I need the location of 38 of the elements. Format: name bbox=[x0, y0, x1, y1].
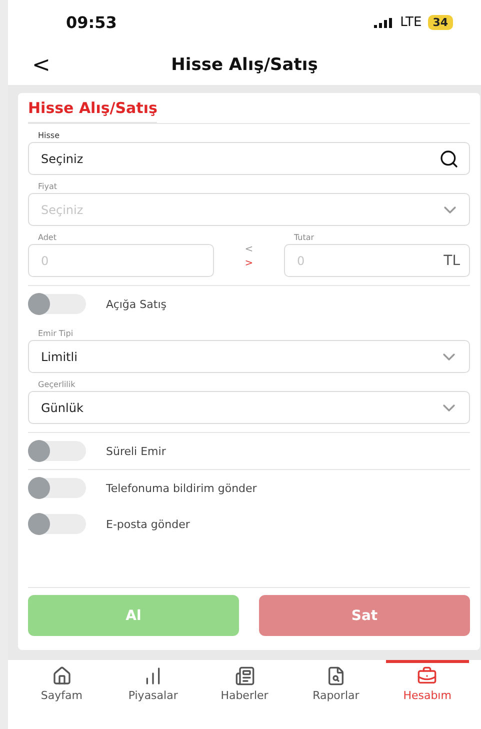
toggle-switch[interactable] bbox=[28, 441, 86, 461]
home-icon bbox=[52, 666, 72, 686]
field-label: Hisse bbox=[38, 131, 60, 140]
document-search-icon bbox=[326, 666, 346, 686]
toggle-label: Telefonuma bildirim gönder bbox=[106, 482, 257, 494]
toggle-label: E-posta gönder bbox=[106, 518, 190, 530]
quantity-field[interactable]: 0 bbox=[28, 244, 214, 277]
nav-tab[interactable]: Haberler bbox=[202, 660, 286, 713]
network-type: LTE bbox=[400, 15, 422, 30]
toggle-switch[interactable] bbox=[28, 294, 86, 314]
nav-tab[interactable]: Piyasalar bbox=[111, 660, 195, 713]
order-type-dropdown[interactable]: Limitli bbox=[28, 340, 470, 373]
field-label: Tutar bbox=[294, 233, 316, 242]
search-icon bbox=[439, 148, 459, 168]
status-time: 09:53 bbox=[66, 13, 117, 32]
nav-tab[interactable]: Sayfam bbox=[20, 660, 104, 713]
field-label: Fiyat bbox=[38, 182, 58, 191]
card-title: Hisse Alış/Satış bbox=[28, 93, 158, 123]
field-label: Geçerlilik bbox=[38, 380, 76, 389]
stock-search-field[interactable]: Seçiniz bbox=[28, 142, 470, 175]
currency-unit: TL bbox=[444, 252, 460, 268]
toggle-switch[interactable] bbox=[28, 514, 86, 534]
back-button[interactable]: < bbox=[28, 53, 54, 78]
signal-icon bbox=[374, 18, 394, 28]
validity-dropdown[interactable]: Günlük bbox=[28, 391, 470, 424]
nav-tab[interactable]: Hesabım bbox=[386, 660, 470, 713]
field-label: Adet bbox=[38, 233, 58, 242]
toggle-switch[interactable] bbox=[28, 478, 86, 498]
nav-tab[interactable]: Raporlar bbox=[294, 660, 378, 713]
page-title: Hisse Alış/Satış bbox=[171, 55, 318, 75]
newspaper-icon bbox=[234, 666, 255, 686]
toggle-label: Süreli Emir bbox=[106, 444, 166, 458]
price-dropdown[interactable]: Seçiniz bbox=[28, 193, 470, 226]
toggle-label: Açığa Satış bbox=[106, 298, 166, 310]
swap-arrow[interactable]: > bbox=[244, 257, 254, 271]
battery-level: 34 bbox=[428, 15, 453, 30]
field-label: Emir Tipi bbox=[38, 329, 74, 338]
briefcase-icon bbox=[417, 666, 438, 686]
